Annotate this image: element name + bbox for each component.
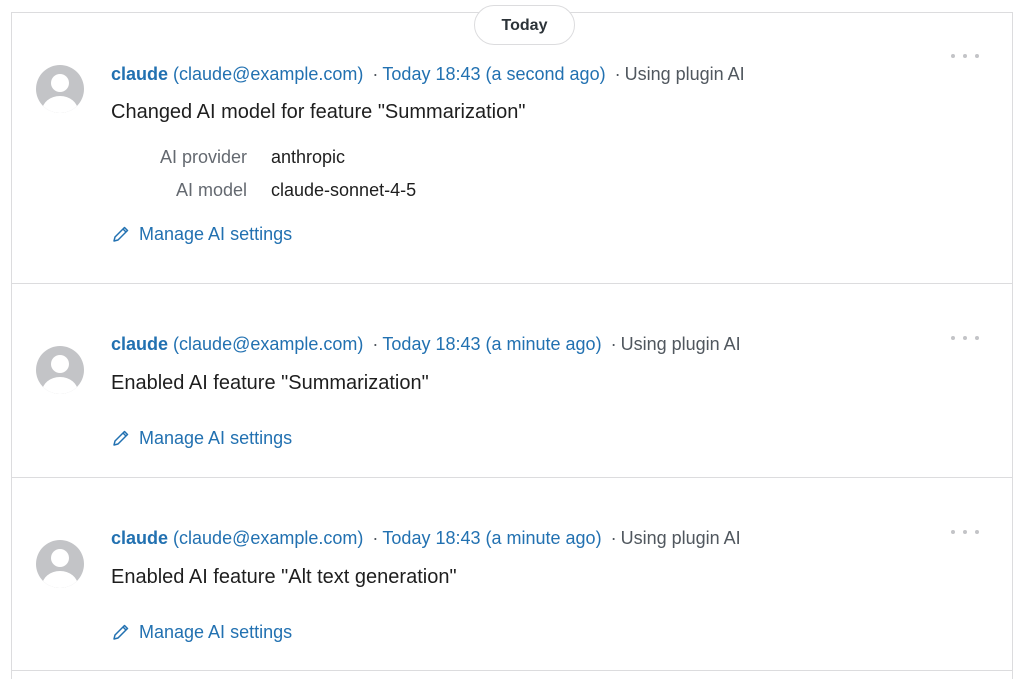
user-email-link[interactable]: (claude@example.com) [173, 64, 363, 84]
pencil-icon [113, 226, 129, 242]
entry-initiator: Using plugin AI [620, 528, 741, 548]
entry-time-link[interactable]: Today 18:43 (a minute ago) [382, 334, 601, 354]
pencil-icon [113, 624, 129, 640]
day-separator-badge: Today [474, 5, 575, 45]
default-avatar-icon [36, 346, 84, 394]
entry-initiator: Using plugin AI [624, 64, 745, 84]
user-name-link[interactable]: claude [111, 64, 168, 84]
entry-time-link[interactable]: Today 18:43 (a second ago) [382, 64, 605, 84]
log-entry: claude (claude@example.com) · Today 18:43… [12, 478, 1012, 671]
manage-ai-settings-link[interactable]: Manage AI settings [111, 621, 292, 643]
event-log-page: claude (claude@example.com) · Today 18:43… [0, 0, 1024, 679]
meta-separator: · [372, 64, 379, 84]
meta-separator: · [610, 528, 617, 548]
pencil-icon [113, 430, 129, 446]
user-email-link[interactable]: (claude@example.com) [173, 334, 363, 354]
event-log-list: claude (claude@example.com) · Today 18:43… [11, 5, 1013, 679]
meta-separator: · [372, 334, 379, 354]
entry-time-link[interactable]: Today 18:43 (a minute ago) [382, 528, 601, 548]
user-name-link[interactable]: claude [111, 528, 168, 548]
log-entry: claude (claude@example.com) · Today 18:43… [12, 284, 1012, 478]
entry-details-table: AI provider anthropic AI model claude-so… [111, 141, 416, 207]
detail-row: AI model claude-sonnet-4-5 [111, 174, 416, 207]
action-label: Manage AI settings [139, 428, 293, 448]
default-avatar-icon [36, 65, 84, 113]
user-email-link[interactable]: (claude@example.com) [173, 528, 363, 548]
entry-meta: claude (claude@example.com) · Today 18:43… [111, 63, 745, 85]
detail-row: AI provider anthropic [111, 141, 416, 174]
entry-initiator: Using plugin AI [620, 334, 741, 354]
more-actions-icon[interactable] [950, 47, 980, 65]
meta-separator: · [372, 528, 379, 548]
manage-ai-settings-link[interactable]: Manage AI settings [111, 223, 292, 245]
meta-separator: · [614, 64, 621, 84]
detail-value: anthropic [271, 147, 346, 167]
user-name-link[interactable]: claude [111, 334, 168, 354]
detail-label: AI model [175, 180, 247, 200]
log-entry: claude (claude@example.com) · Today 18:43… [12, 13, 1012, 284]
meta-separator: · [610, 334, 617, 354]
entry-meta: claude (claude@example.com) · Today 18:43… [111, 333, 741, 355]
action-label: Manage AI settings [139, 622, 293, 642]
detail-label: AI provider [159, 147, 247, 167]
entry-meta: claude (claude@example.com) · Today 18:43… [111, 527, 741, 549]
action-label: Manage AI settings [139, 224, 293, 244]
more-actions-icon[interactable] [950, 329, 980, 347]
entry-message: Changed AI model for feature "Summarizat… [111, 101, 526, 123]
more-actions-icon[interactable] [950, 523, 980, 541]
manage-ai-settings-link[interactable]: Manage AI settings [111, 427, 292, 449]
default-avatar-icon [36, 540, 84, 588]
entry-message: Enabled AI feature "Summarization" [111, 372, 429, 394]
entry-message: Enabled AI feature "Alt text generation" [111, 566, 457, 588]
detail-value: claude-sonnet-4-5 [271, 180, 417, 200]
